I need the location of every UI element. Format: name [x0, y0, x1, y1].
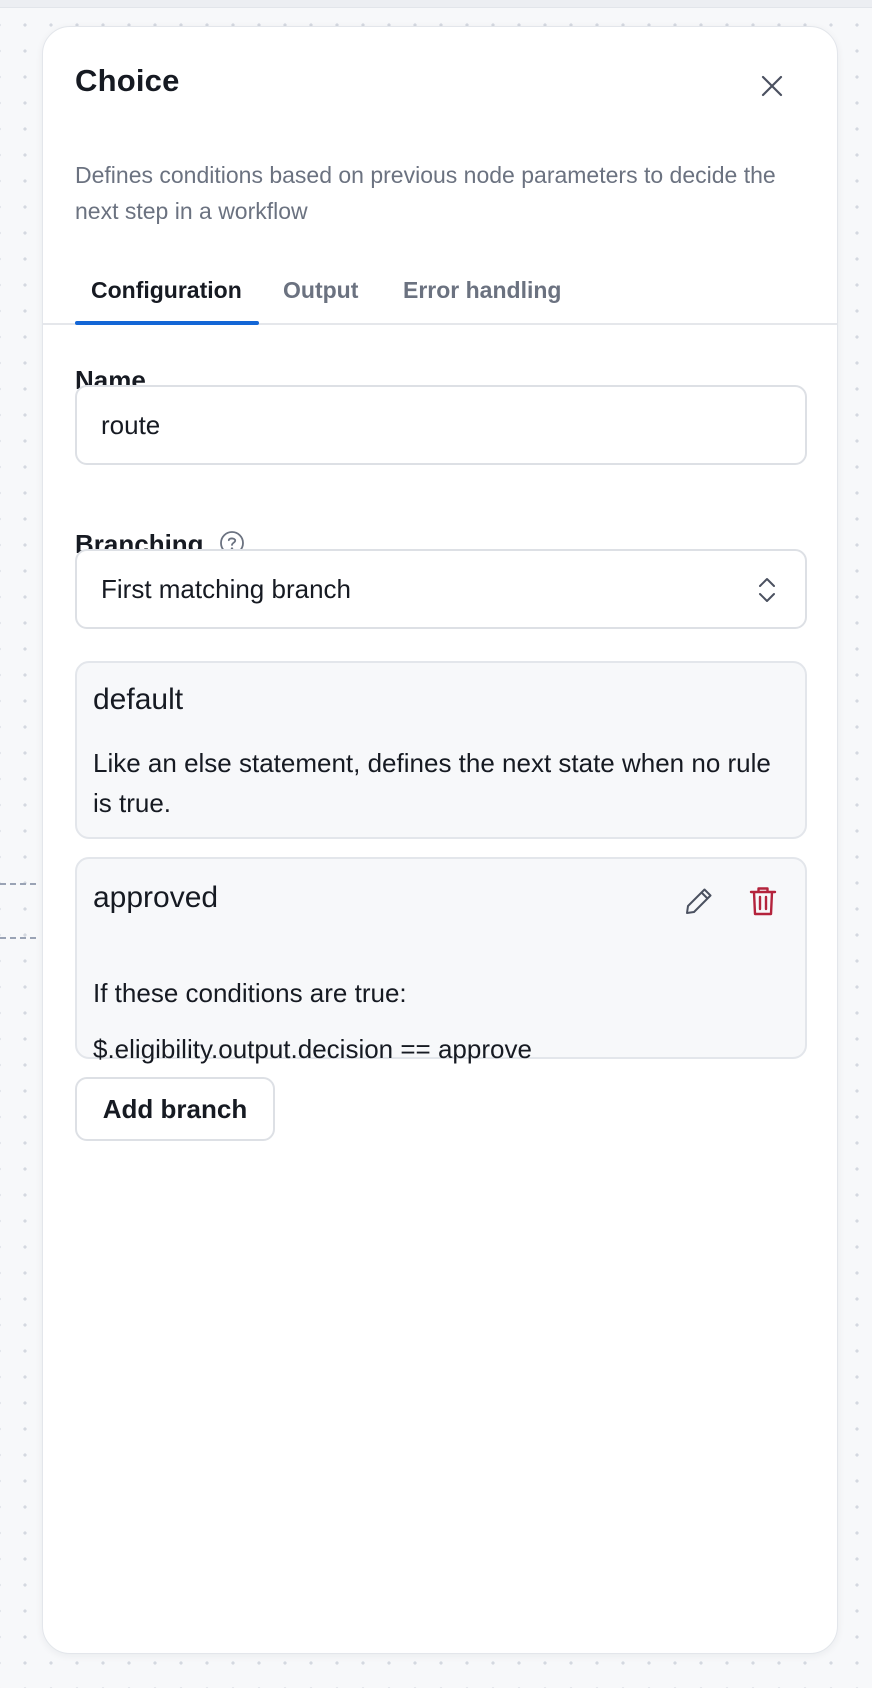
- close-icon: [761, 75, 783, 97]
- workflow-edge: [0, 937, 36, 939]
- branch-card-default: default Like an else statement, defines …: [75, 661, 807, 839]
- tab-error-handling[interactable]: Error handling: [403, 277, 561, 304]
- canvas-top-bar: [0, 0, 872, 8]
- tab-bar: Configuration Output Error handling: [43, 259, 837, 325]
- edit-branch-button[interactable]: [681, 883, 717, 919]
- chevron-up-down-icon: [759, 578, 775, 602]
- branch-name: approved: [93, 881, 219, 914]
- name-input[interactable]: route: [75, 385, 807, 465]
- panel-description: Defines conditions based on previous nod…: [75, 162, 776, 224]
- add-branch-button[interactable]: Add branch: [75, 1077, 275, 1141]
- trash-icon: [749, 887, 777, 916]
- workflow-edge: [0, 883, 36, 885]
- conditions-label: If these conditions are true:: [93, 978, 407, 1008]
- branch-name: default: [93, 683, 184, 716]
- choice-config-panel: Choice Defines conditions based on previ…: [42, 26, 838, 1654]
- panel-title: Choice: [75, 63, 180, 98]
- branching-select-value: First matching branch: [101, 573, 351, 604]
- pencil-icon: [686, 888, 712, 914]
- branch-description: Like an else statement, defines the next…: [93, 748, 771, 818]
- tab-output[interactable]: Output: [283, 277, 358, 304]
- branch-card-approved: approved If these conditions are true: $…: [75, 857, 807, 1064]
- tab-configuration[interactable]: Configuration: [91, 277, 242, 304]
- active-tab-indicator: [75, 321, 259, 325]
- close-button[interactable]: [757, 71, 787, 101]
- branching-select[interactable]: First matching branch: [75, 549, 807, 629]
- condition-expression: $.eligibility.output.decision == approve: [93, 1034, 532, 1064]
- delete-branch-button[interactable]: [745, 883, 781, 919]
